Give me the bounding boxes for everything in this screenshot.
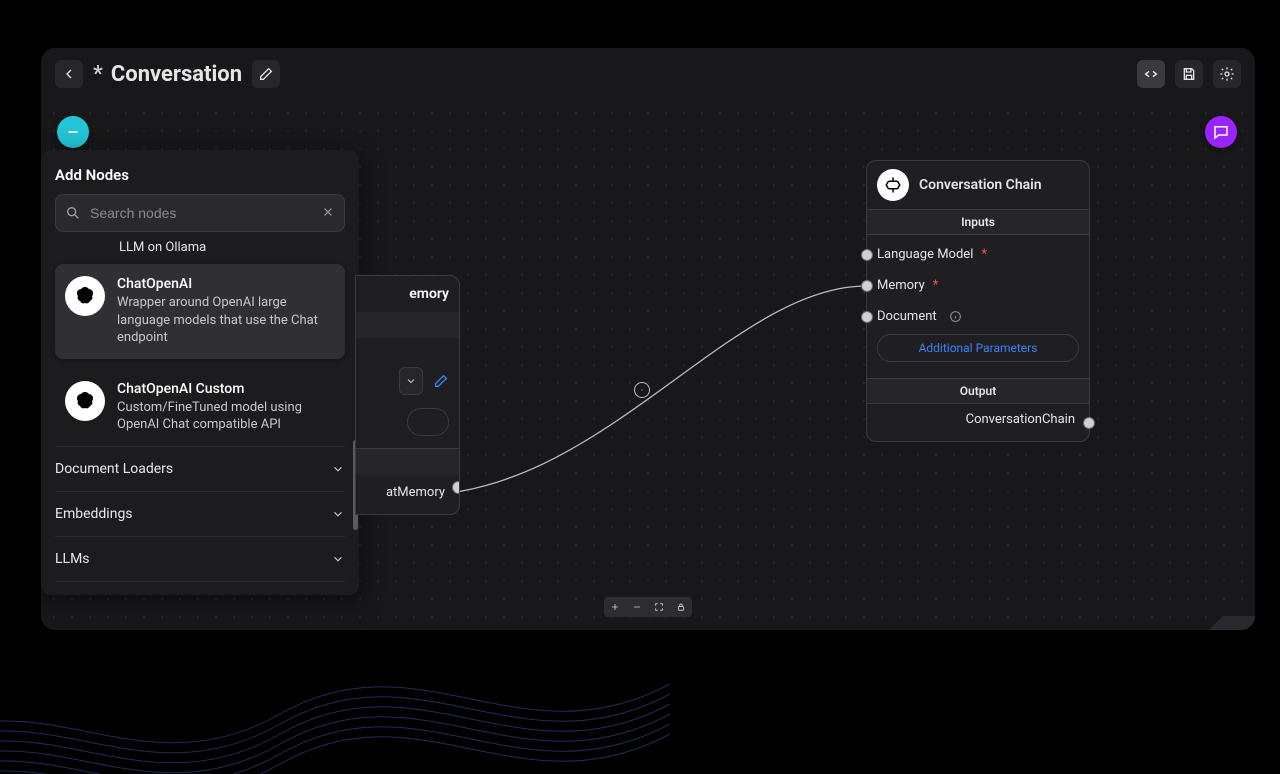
page-title: Conversation: [111, 62, 242, 87]
input-port[interactable]: [861, 280, 873, 292]
lock-button[interactable]: [670, 597, 692, 617]
gear-icon: [1219, 66, 1235, 82]
list-item-desc: Custom/FineTuned model using OpenAI Chat…: [117, 399, 335, 434]
nodes-scroll-area[interactable]: LLM on Ollama ChatOpenAI Wrapper around …: [41, 240, 359, 595]
edit-icon: [433, 373, 449, 389]
code-button[interactable]: [1137, 60, 1165, 88]
header-actions: [1137, 60, 1241, 88]
page-title-wrap: * Conversation: [93, 62, 242, 87]
topbar: * Conversation: [41, 48, 1255, 100]
accordion-llms[interactable]: LLMs: [55, 536, 345, 581]
unsaved-indicator: *: [93, 62, 103, 87]
save-button[interactable]: [1175, 60, 1203, 88]
input-label: Document: [877, 309, 937, 324]
node-buffer-memory-title: emory: [409, 286, 449, 302]
chevron-left-icon: [61, 66, 77, 82]
additional-parameters-button[interactable]: Additional Parameters: [877, 334, 1079, 362]
search-input[interactable]: [55, 194, 345, 232]
required-asterisk: *: [981, 247, 987, 262]
search-icon: [65, 205, 81, 221]
app-frame: * Conversation: [41, 48, 1255, 630]
clear-search-button[interactable]: [321, 205, 335, 219]
minus-icon: [632, 601, 642, 613]
accordion-label: Document Loaders: [55, 461, 173, 477]
chat-bubble-icon: [1212, 123, 1230, 141]
node-conversation-chain-output-label: Output: [867, 378, 1089, 404]
zoom-out-button[interactable]: [626, 597, 648, 617]
input-label: Language Model: [877, 247, 973, 262]
input-port[interactable]: [861, 311, 873, 323]
accordion-embeddings[interactable]: Embeddings: [55, 491, 345, 536]
list-item-desc: Wrapper around OpenAI large language mod…: [117, 294, 335, 347]
node-buffer-memory[interactable]: emory atMemory: [355, 275, 460, 515]
code-icon: [1143, 66, 1159, 82]
node-conversation-chain-inputs: Language Model * Memory * Document Addit…: [867, 235, 1089, 378]
list-item-title: ChatOpenAI Custom: [117, 381, 335, 397]
add-nodes-title: Add Nodes: [41, 150, 359, 194]
chevron-down-icon: [331, 462, 345, 476]
input-row-document: Document: [867, 301, 1089, 332]
required-asterisk: *: [933, 278, 939, 293]
list-item-truncated[interactable]: LLM on Ollama: [55, 240, 345, 254]
output-port[interactable]: [452, 481, 460, 494]
plus-icon: [610, 601, 620, 613]
node-conversation-chain[interactable]: Conversation Chain Inputs Language Model…: [866, 160, 1090, 442]
output-port[interactable]: [1083, 417, 1095, 429]
add-node-button[interactable]: [57, 116, 89, 148]
output-row-conversation-chain: ConversationChain: [867, 404, 1089, 441]
openai-icon: [65, 276, 105, 316]
dropdown-toggle[interactable]: [399, 367, 423, 395]
flow-canvas[interactable]: emory atMemory Conve: [41, 100, 1255, 630]
output-label: ConversationChain: [966, 412, 1075, 427]
add-nodes-search: [55, 194, 345, 232]
expand-icon: [654, 601, 664, 613]
pencil-icon: [258, 66, 274, 82]
info-icon[interactable]: [949, 310, 962, 323]
chevron-down-icon: [405, 375, 417, 387]
edge-delete-button[interactable]: [634, 382, 650, 398]
input-port[interactable]: [861, 249, 873, 261]
node-conversation-chain-inputs-label: Inputs: [867, 209, 1089, 235]
node-buffer-memory-output-label: atMemory: [356, 475, 459, 500]
node-buffer-memory-section: [356, 312, 459, 338]
chat-button[interactable]: [1205, 116, 1237, 148]
rename-button[interactable]: [252, 60, 280, 88]
save-icon: [1181, 66, 1197, 82]
node-buffer-memory-output-section: [356, 448, 459, 475]
accordion-label: LLMs: [55, 551, 90, 567]
chevron-down-icon: [331, 507, 345, 521]
input-row-language-model: Language Model *: [867, 239, 1089, 270]
edit-field-button[interactable]: [429, 369, 453, 393]
fit-view-button[interactable]: [648, 597, 670, 617]
accordion-label: Embeddings: [55, 506, 133, 522]
list-item-chat-openai[interactable]: ChatOpenAI Wrapper around OpenAI large l…: [55, 264, 345, 359]
input-row-memory: Memory *: [867, 270, 1089, 301]
close-icon: [641, 386, 643, 394]
accordion-document-loaders[interactable]: Document Loaders: [55, 446, 345, 491]
lock-icon: [676, 601, 686, 613]
list-item-title: ChatOpenAI: [117, 276, 335, 292]
zoom-controls: [604, 597, 692, 617]
add-nodes-panel: Add Nodes LLM on Ollama ChatOpenAI Wrapp…: [41, 150, 359, 595]
input-label: Memory: [877, 278, 925, 293]
chevron-down-icon: [331, 552, 345, 566]
node-conversation-chain-title: Conversation Chain: [919, 177, 1042, 193]
accordion-memory[interactable]: Memory: [55, 581, 345, 595]
zoom-in-button[interactable]: [604, 597, 626, 617]
plus-minus-icon: [64, 123, 82, 141]
list-item-chat-openai-custom[interactable]: ChatOpenAI Custom Custom/FineTuned model…: [55, 369, 345, 446]
chain-icon: [877, 169, 909, 201]
node-conversation-chain-header: Conversation Chain: [867, 161, 1089, 209]
resize-grip[interactable]: [1209, 616, 1255, 630]
openai-icon: [65, 381, 105, 421]
settings-button[interactable]: [1213, 60, 1241, 88]
pill-field[interactable]: [407, 408, 449, 436]
back-button[interactable]: [55, 60, 83, 88]
